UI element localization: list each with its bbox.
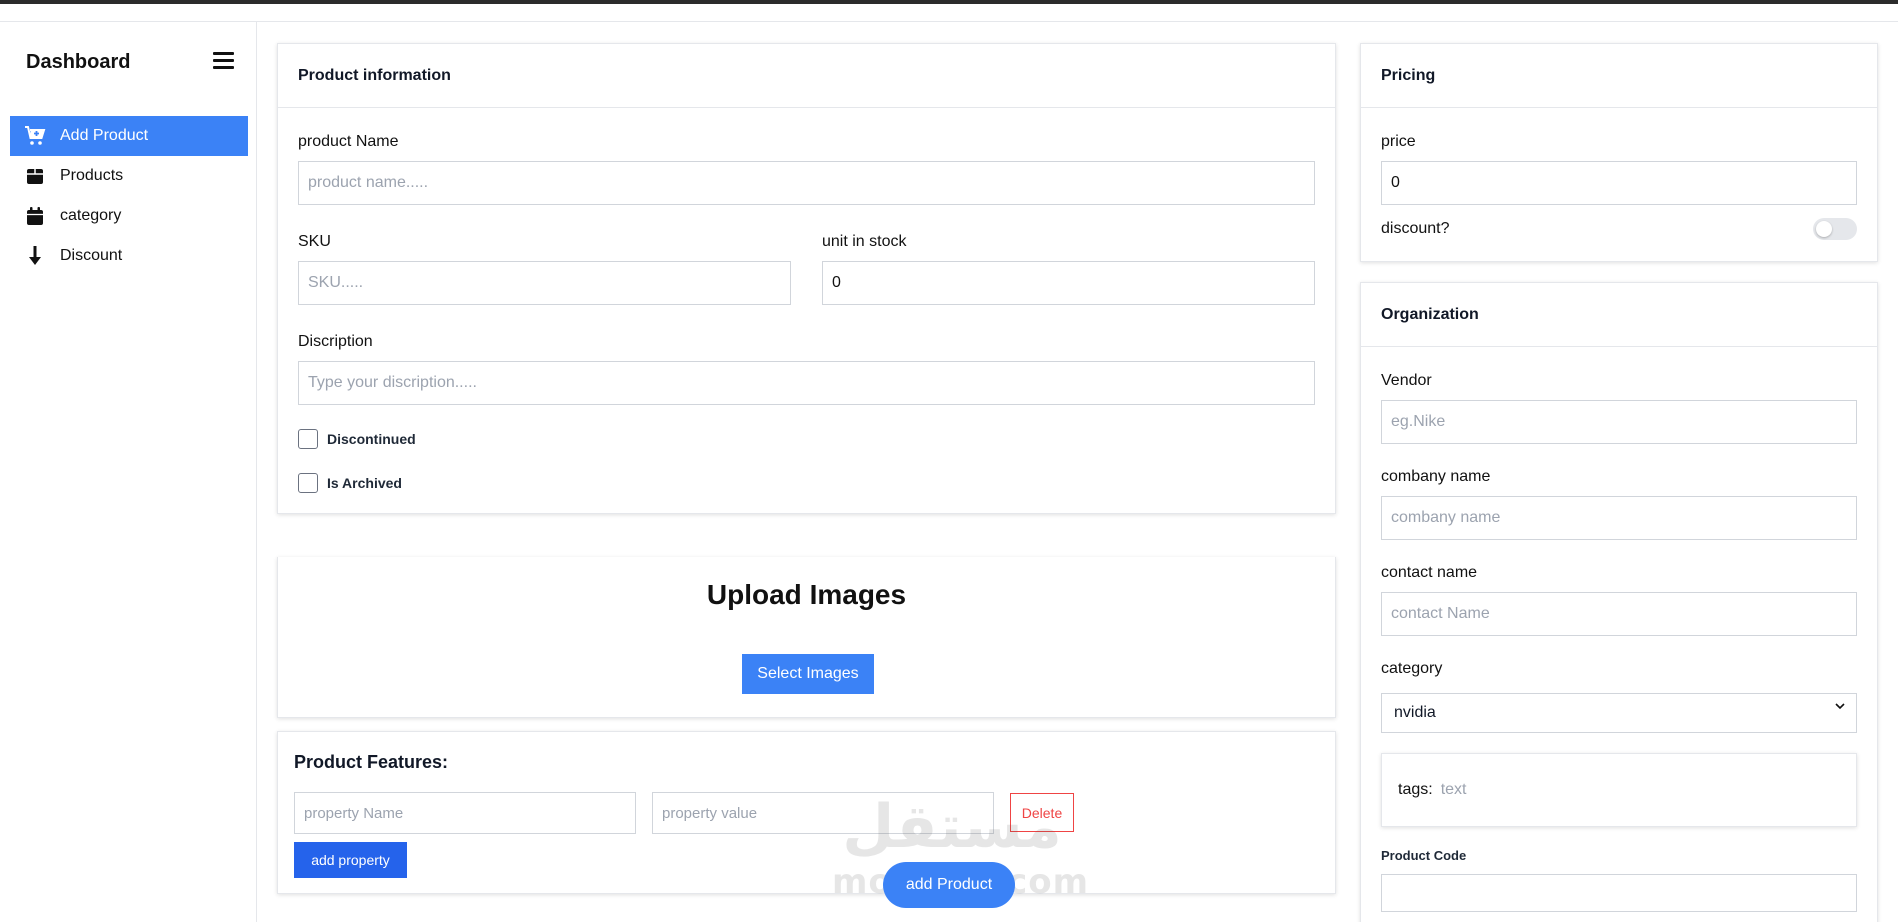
pricing-card: Pricing price discount? bbox=[1360, 43, 1878, 262]
product-features-card: Product Features: Delete add property bbox=[277, 731, 1336, 894]
product-features-title: Product Features: bbox=[294, 752, 449, 772]
price-input[interactable] bbox=[1381, 161, 1857, 205]
product-name-input[interactable] bbox=[298, 161, 1315, 205]
vendor-label: Vendor bbox=[1381, 372, 1432, 389]
tags-input[interactable] bbox=[1440, 781, 1641, 799]
sidebar-item-category[interactable]: category bbox=[10, 196, 248, 236]
price-label: price bbox=[1381, 133, 1416, 150]
card-title: Organization bbox=[1361, 283, 1877, 347]
select-images-button[interactable]: Select Images bbox=[742, 654, 874, 694]
category-selected-value: nvidia bbox=[1394, 704, 1436, 721]
discontinued-row: Discontinued bbox=[298, 429, 416, 449]
tags-label: tags: bbox=[1398, 781, 1433, 798]
discontinued-label: Discontinued bbox=[327, 431, 416, 447]
sidebar-title: Dashboard bbox=[26, 51, 131, 73]
sidebar-item-discount[interactable]: Discount bbox=[10, 236, 248, 276]
sidebar-item-label: Discount bbox=[60, 247, 123, 264]
unit-in-stock-label: unit in stock bbox=[822, 233, 907, 250]
discount-label: discount? bbox=[1381, 220, 1450, 237]
contact-name-input[interactable] bbox=[1381, 592, 1857, 636]
arrow-down-icon bbox=[24, 245, 46, 267]
description-label: Discription bbox=[298, 333, 373, 350]
contact-name-label: contact name bbox=[1381, 564, 1478, 581]
product-code-input[interactable] bbox=[1381, 874, 1857, 912]
sidebar: Dashboard Add Product Products category … bbox=[0, 22, 257, 922]
company-name-input[interactable] bbox=[1381, 496, 1857, 540]
company-name-label: combany name bbox=[1381, 468, 1491, 485]
add-property-button[interactable]: add property bbox=[294, 842, 407, 878]
organization-card: Organization Vendor combany name contact… bbox=[1360, 282, 1878, 922]
sidebar-item-label: Products bbox=[60, 167, 124, 184]
sku-input[interactable] bbox=[298, 261, 791, 305]
delete-property-button[interactable]: Delete bbox=[1010, 793, 1074, 832]
description-input[interactable] bbox=[298, 361, 1315, 405]
product-code-label: Product Code bbox=[1381, 848, 1467, 863]
card-title: Product information bbox=[278, 44, 1335, 108]
sidebar-item-label: Add Product bbox=[60, 127, 149, 144]
add-product-button[interactable]: add Product bbox=[883, 862, 1015, 908]
property-name-input[interactable] bbox=[294, 792, 636, 834]
archived-checkbox[interactable] bbox=[298, 473, 318, 493]
sidebar-item-add-product[interactable]: Add Product bbox=[10, 116, 248, 156]
calendar-icon bbox=[24, 205, 46, 227]
property-value-input[interactable] bbox=[652, 792, 994, 834]
upload-images-title: Upload Images bbox=[706, 579, 907, 610]
window-top-bar bbox=[0, 0, 1898, 4]
sidebar-item-label: category bbox=[60, 207, 122, 224]
toggle-knob bbox=[1816, 221, 1832, 237]
product-information-card: Product information product Name SKU uni… bbox=[277, 43, 1336, 514]
upload-images-card: Upload Images Select Images bbox=[277, 557, 1336, 718]
vendor-input[interactable] bbox=[1381, 400, 1857, 444]
product-name-label: product Name bbox=[298, 133, 399, 150]
hamburger-menu-icon[interactable] bbox=[213, 52, 234, 70]
card-title: Pricing bbox=[1361, 44, 1877, 108]
cart-plus-icon bbox=[24, 125, 46, 147]
category-label: category bbox=[1381, 660, 1443, 677]
box-icon bbox=[24, 165, 46, 187]
unit-in-stock-input[interactable] bbox=[822, 261, 1315, 305]
tags-input-box: tags: bbox=[1381, 753, 1857, 827]
sku-label: SKU bbox=[298, 233, 331, 250]
sidebar-item-products[interactable]: Products bbox=[10, 156, 248, 196]
archived-row: Is Archived bbox=[298, 473, 402, 493]
archived-label: Is Archived bbox=[327, 475, 402, 491]
chevron-down-icon bbox=[1835, 703, 1845, 710]
discontinued-checkbox[interactable] bbox=[298, 429, 318, 449]
category-select[interactable]: nvidia bbox=[1381, 693, 1857, 733]
sidebar-nav: Add Product Products category Discount bbox=[10, 116, 248, 276]
discount-toggle[interactable] bbox=[1813, 218, 1857, 240]
header-divider bbox=[0, 21, 1898, 22]
